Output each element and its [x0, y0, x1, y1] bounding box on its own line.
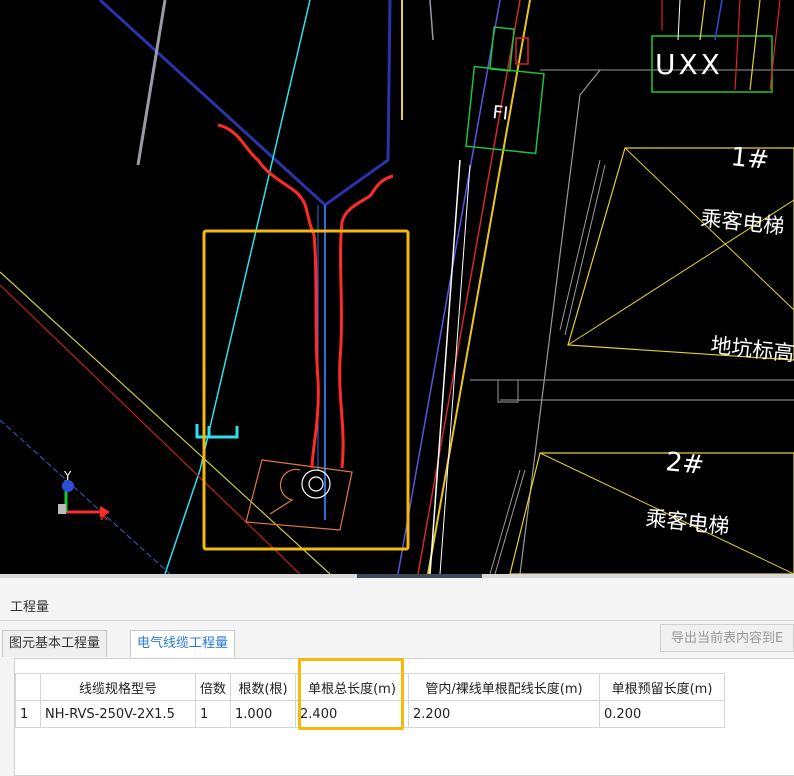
elevator1-name: 乘客电梯 — [699, 206, 785, 239]
panel-title: 工程量 — [10, 600, 50, 615]
col-cable-spec: 线缆规格型号 — [40, 673, 196, 701]
highlight-box-canvas — [202, 229, 410, 551]
elevator2-name: 乘客电梯 — [644, 506, 730, 539]
cell-multiplier[interactable]: 1 — [194, 700, 232, 728]
axis-x-label: X — [100, 509, 108, 523]
cad-drawing: 1# 乘客电梯 地坑标高 2# 乘客电梯 FI UXX Y X — [0, 0, 794, 575]
cell-cable-spec[interactable]: NH-RVS-250V-2X1.5 — [40, 700, 196, 728]
col-count: 根数(根) — [230, 673, 297, 701]
cell-wiring-length[interactable]: 2.200 — [408, 700, 601, 728]
pit-symbol — [245, 459, 353, 531]
cable-table-container: 线缆规格型号 倍数 根数(根) 单根总长度(m) 管内/裸线单根配线长度(m) … — [14, 658, 794, 776]
tab-cable-quantity[interactable]: 电气线缆工程量 — [130, 630, 236, 657]
export-table-button[interactable]: 导出当前表内容到E — [660, 624, 794, 652]
cell-index: 1 — [15, 700, 41, 728]
cell-count[interactable]: 1.000 — [230, 700, 297, 728]
cad-drawing-canvas[interactable]: 1# 乘客电梯 地坑标高 2# 乘客电梯 FI UXX Y X — [0, 0, 794, 575]
elevator1-number: 1# — [729, 142, 770, 176]
col-multiplier: 倍数 — [194, 673, 232, 701]
panel-divider — [0, 620, 794, 621]
pit-label: 地坑标高 — [709, 333, 794, 366]
tab-basic-quantity[interactable]: 图元基本工程量 — [2, 630, 108, 657]
highlight-box-total-length — [298, 658, 404, 730]
cell-reserve-length[interactable]: 0.200 — [599, 700, 726, 728]
uxx-label: UXX — [655, 48, 723, 81]
axis-y-label: Y — [63, 469, 72, 483]
col-index — [15, 673, 41, 701]
col-wiring-length: 管内/裸线单根配线长度(m) — [408, 673, 601, 701]
elevator2-number: 2# — [664, 447, 705, 481]
fi-label: FI — [491, 102, 509, 125]
col-reserve-length: 单根预留长度(m) — [599, 673, 726, 701]
